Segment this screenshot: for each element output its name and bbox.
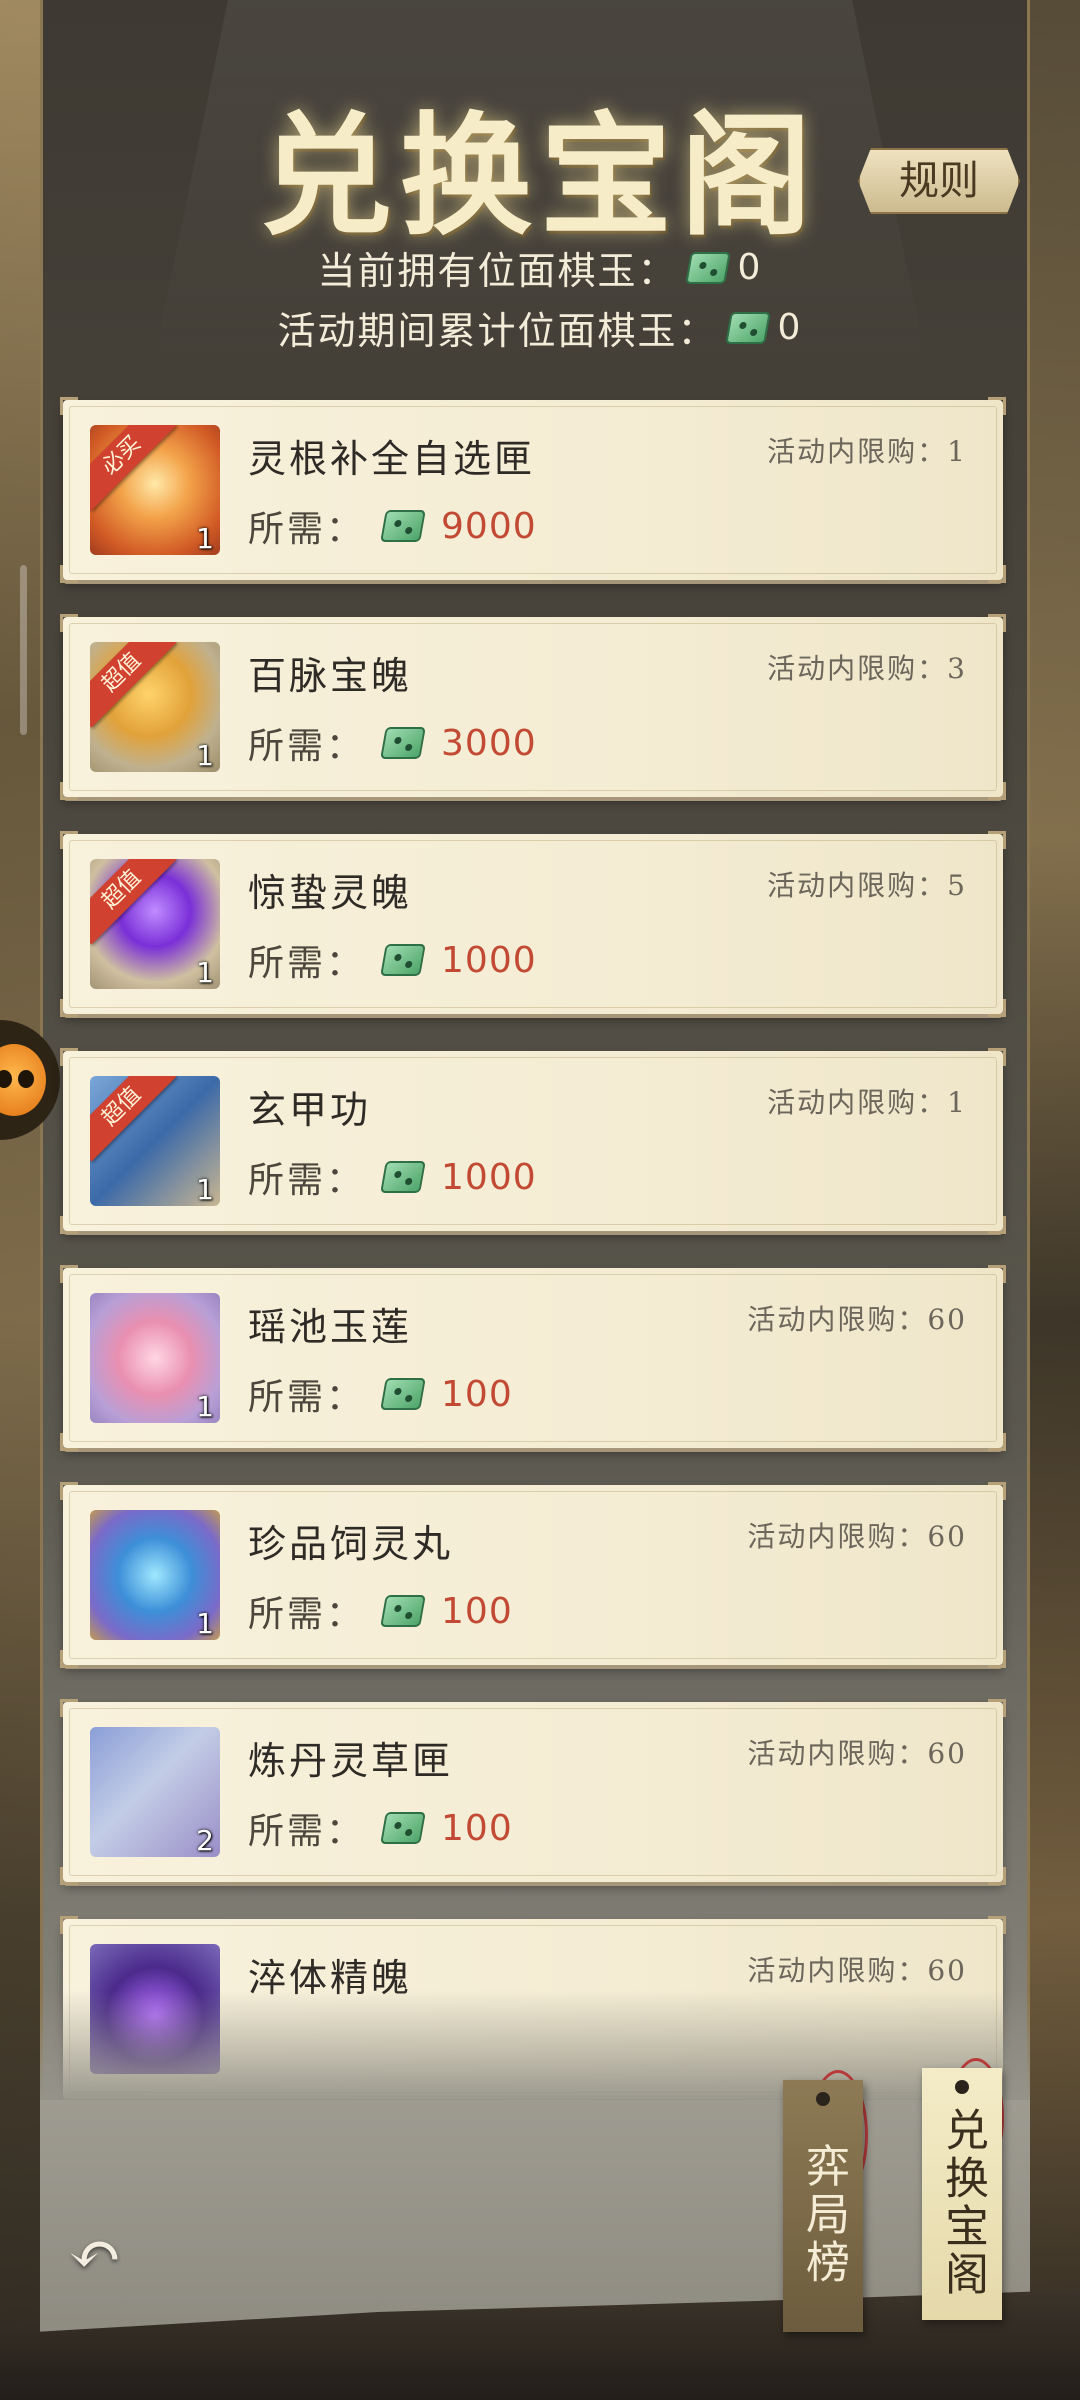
jade-chess-icon	[380, 1812, 426, 1844]
item-thumbnail[interactable]: 超值 1	[90, 1076, 220, 1206]
cumulative-jade-value: 0	[777, 307, 803, 348]
cumulative-jade-label: 活动期间累计位面棋玉：	[277, 309, 718, 353]
item-cost: 所需： 1000	[248, 1151, 537, 1203]
item-name: 珍品饲灵丸	[248, 1522, 454, 1566]
exchange-item-card[interactable]: 1 瑶池玉莲 活动内限购：60 所需： 100	[60, 1265, 1006, 1451]
pet-face-icon	[0, 1044, 46, 1116]
item-thumbnail[interactable]: 1	[90, 1293, 220, 1423]
cost-label: 所需：	[248, 509, 366, 550]
item-purchase-limit: 活动内限购：1	[767, 435, 967, 468]
item-cost: 所需： 3000	[248, 717, 537, 769]
item-quantity: 1	[196, 956, 214, 989]
exchange-item-card[interactable]: 超值 1 百脉宝魄 活动内限购：3 所需： 3000	[60, 614, 1006, 800]
rules-button[interactable]: 规则	[858, 148, 1020, 214]
value-badge: 超值	[90, 642, 177, 728]
current-jade-label: 当前拥有位面棋玉：	[317, 249, 678, 293]
jade-chess-icon	[684, 251, 731, 284]
jade-chess-icon	[380, 1161, 426, 1193]
scroll-indicator[interactable]	[20, 565, 27, 735]
item-cost: 所需： 1000	[248, 934, 537, 986]
item-purchase-limit: 活动内限购：60	[747, 1303, 967, 1336]
item-cost: 所需： 100	[248, 1368, 513, 1420]
item-price: 1000	[441, 1156, 537, 1198]
jade-chess-icon	[380, 727, 426, 759]
item-name: 瑶池玉莲	[248, 1305, 413, 1349]
cost-label: 所需：	[248, 1594, 366, 1635]
jade-chess-icon	[380, 1378, 426, 1410]
item-quantity: 1	[196, 739, 214, 772]
item-price: 9000	[441, 505, 537, 547]
exchange-item-card[interactable]: 超值 1 惊蛰灵魄 活动内限购：5 所需： 1000	[60, 831, 1006, 1017]
jade-chess-icon	[380, 944, 426, 976]
item-name: 百脉宝魄	[248, 654, 413, 698]
cost-label: 所需：	[248, 1160, 366, 1201]
item-purchase-limit: 活动内限购：60	[747, 1737, 967, 1770]
item-purchase-limit: 活动内限购：5	[767, 869, 967, 902]
item-purchase-limit: 活动内限购：1	[767, 1086, 967, 1119]
cumulative-jade-stat: 活动期间累计位面棋玉： 0	[0, 300, 1080, 355]
jade-chess-icon	[380, 1595, 426, 1627]
exchange-item-card[interactable]: 2 炼丹灵草匣 活动内限购：60 所需： 100	[60, 1699, 1006, 1885]
item-thumbnail[interactable]: 超值 1	[90, 642, 220, 772]
exchange-item-card[interactable]: 1 珍品饲灵丸 活动内限购：60 所需： 100	[60, 1482, 1006, 1668]
item-thumbnail[interactable]: 1	[90, 1510, 220, 1640]
item-quantity: 1	[196, 1173, 214, 1206]
cost-label: 所需：	[248, 1377, 366, 1418]
current-jade-value: 0	[737, 247, 763, 288]
item-purchase-limit: 活动内限购：60	[747, 1520, 967, 1553]
item-price: 1000	[441, 939, 537, 981]
item-quantity: 1	[196, 522, 214, 555]
item-quantity: 1	[196, 1607, 214, 1640]
item-price: 100	[441, 1807, 513, 1849]
item-name: 灵根补全自选匣	[248, 437, 536, 481]
value-badge: 超值	[90, 1076, 177, 1162]
item-thumbnail[interactable]: 超值 1	[90, 859, 220, 989]
tab-rank-board[interactable]: 弈局榜	[783, 2080, 863, 2332]
item-name: 惊蛰灵魄	[248, 871, 413, 915]
cost-label: 所需：	[248, 1811, 366, 1852]
item-name: 玄甲功	[248, 1088, 372, 1132]
cost-label: 所需：	[248, 726, 366, 767]
jade-chess-icon	[724, 311, 771, 344]
item-quantity: 1	[196, 1390, 214, 1423]
item-purchase-limit: 活动内限购：60	[747, 1954, 967, 1987]
value-badge: 超值	[90, 859, 177, 945]
item-thumbnail[interactable]: 必买 1	[90, 425, 220, 555]
item-quantity: 2	[196, 1824, 214, 1857]
jade-chess-icon	[380, 510, 426, 542]
cost-label: 所需：	[248, 943, 366, 984]
item-cost: 所需： 100	[248, 1802, 513, 1854]
must-buy-badge: 必买	[90, 425, 177, 511]
item-price: 100	[441, 1373, 513, 1415]
item-cost: 所需： 9000	[248, 500, 537, 552]
exchange-item-card[interactable]: 超值 1 玄甲功 活动内限购：1 所需： 1000	[60, 1048, 1006, 1234]
item-cost: 所需： 100	[248, 1585, 513, 1637]
item-price: 100	[441, 1590, 513, 1632]
exchange-item-card[interactable]: 必买 1 灵根补全自选匣 活动内限购：1 所需： 9000	[60, 397, 1006, 583]
tab-exchange-pavilion[interactable]: 兑换宝阁	[922, 2068, 1002, 2320]
back-arrow-icon[interactable]: ↶	[55, 2220, 135, 2290]
current-jade-stat: 当前拥有位面棋玉： 0	[0, 240, 1080, 295]
item-purchase-limit: 活动内限购：3	[767, 652, 967, 685]
item-thumbnail[interactable]: 2	[90, 1727, 220, 1857]
item-name: 炼丹灵草匣	[248, 1739, 454, 1783]
item-price: 3000	[441, 722, 537, 764]
